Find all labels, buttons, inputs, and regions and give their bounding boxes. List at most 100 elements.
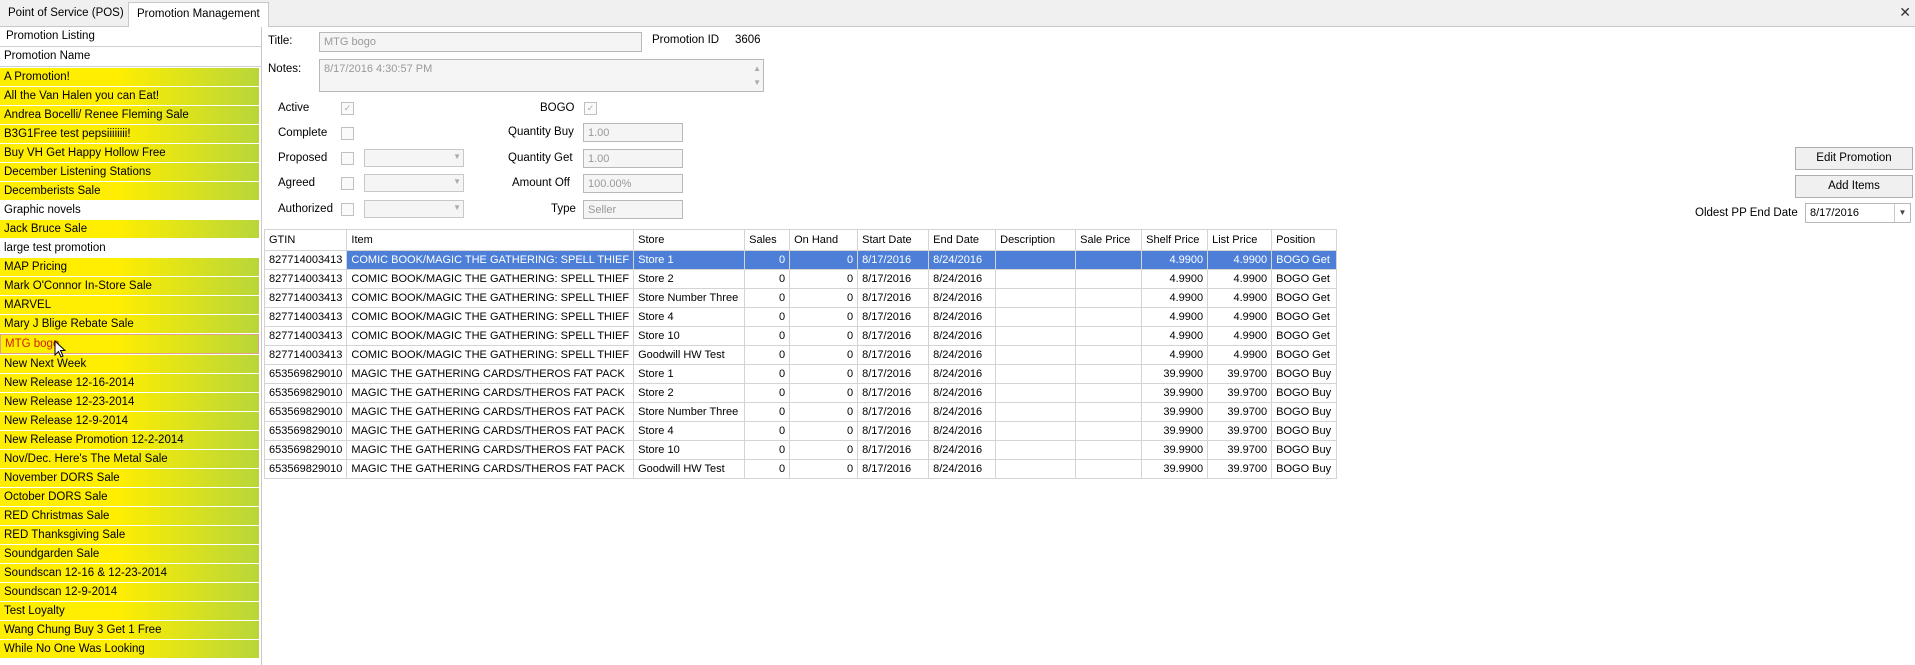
type-label: Type: [551, 203, 576, 215]
grid-column-header[interactable]: List Price: [1207, 229, 1273, 251]
grid-column-header[interactable]: Shelf Price: [1141, 229, 1209, 251]
promotion-list-item[interactable]: Mark O'Connor In-Store Sale: [0, 277, 259, 295]
tab-promotion-management[interactable]: Promotion Management: [128, 2, 269, 27]
promotion-list-item[interactable]: All the Van Halen you can Eat!: [0, 87, 259, 105]
table-cell: 0: [789, 345, 859, 365]
notes-textarea[interactable]: 8/17/2016 4:30:57 PM ▲ ▼: [319, 59, 764, 92]
promotion-list-item[interactable]: Soundscan 12-9-2014: [0, 583, 259, 601]
table-row[interactable]: 653569829010 MAGIC THE GATHERING CARDS/TH…: [263, 402, 1338, 422]
table-cell: 0: [744, 440, 791, 460]
table-row[interactable]: 827714003413 COMIC BOOK/MAGIC THE GATHERI…: [263, 307, 1338, 327]
promotion-list-item[interactable]: Graphic novels: [0, 201, 259, 219]
promotion-list-item[interactable]: Soundgarden Sale: [0, 545, 259, 563]
table-row[interactable]: 653569829010 MAGIC THE GATHERING CARDS/TH…: [263, 459, 1338, 479]
promotion-list-item[interactable]: Soundscan 12-16 & 12-23-2014: [0, 564, 259, 582]
table-row[interactable]: 827714003413 COMIC BOOK/MAGIC THE GATHERI…: [263, 326, 1338, 346]
promotion-list-item[interactable]: New Release 12-16-2014: [0, 374, 259, 392]
title-input[interactable]: MTG bogo: [319, 32, 642, 52]
table-cell: [1075, 364, 1143, 384]
grid-column-header[interactable]: Sale Price: [1075, 229, 1143, 251]
table-cell: 8/24/2016: [928, 345, 997, 365]
table-row[interactable]: 827714003413 COMIC BOOK/MAGIC THE GATHERI…: [263, 250, 1338, 270]
table-cell: 4.9900: [1141, 288, 1209, 308]
add-items-button[interactable]: Add Items: [1795, 175, 1913, 198]
promotion-list-item[interactable]: RED Thanksgiving Sale: [0, 526, 259, 544]
calendar-dropdown-icon[interactable]: ▼: [1894, 204, 1910, 222]
agreed-checkbox[interactable]: [341, 177, 354, 190]
promotion-list-item[interactable]: Decemberists Sale: [0, 182, 259, 200]
grid-column-header[interactable]: End Date: [928, 229, 997, 251]
table-cell: 0: [744, 345, 791, 365]
authorized-checkbox[interactable]: [341, 203, 354, 216]
table-row[interactable]: 653569829010 MAGIC THE GATHERING CARDS/TH…: [263, 383, 1338, 403]
table-cell: BOGO Get: [1271, 269, 1338, 289]
promotion-list-item[interactable]: Buy VH Get Happy Hollow Free: [0, 144, 259, 162]
table-row[interactable]: 827714003413 COMIC BOOK/MAGIC THE GATHERI…: [263, 269, 1338, 289]
quantity-buy-input[interactable]: 1.00: [583, 123, 683, 142]
grid-column-header[interactable]: Sales: [744, 229, 791, 251]
promotion-list-item[interactable]: Jack Bruce Sale: [0, 220, 259, 238]
table-cell: COMIC BOOK/MAGIC THE GATHERING: SPELL TH…: [346, 288, 635, 308]
promotion-list-item[interactable]: December Listening Stations: [0, 163, 259, 181]
grid-column-header[interactable]: Description: [995, 229, 1077, 251]
grid-column-header[interactable]: Start Date: [857, 229, 930, 251]
grid-column-header[interactable]: Item: [346, 229, 635, 251]
table-row[interactable]: 653569829010 MAGIC THE GATHERING CARDS/TH…: [263, 440, 1338, 460]
oldest-pp-end-date-input[interactable]: 8/17/2016 ▼: [1805, 203, 1911, 223]
promotion-list-item[interactable]: Test Loyalty: [0, 602, 259, 620]
table-cell: BOGO Buy: [1271, 383, 1338, 403]
grid-column-header[interactable]: Store: [633, 229, 746, 251]
promotion-list-item[interactable]: large test promotion: [0, 239, 259, 257]
authorized-date-select[interactable]: ▼: [364, 200, 464, 218]
type-input[interactable]: Seller: [583, 200, 683, 219]
quantity-get-input[interactable]: 1.00: [583, 149, 683, 168]
table-cell: 8/24/2016: [928, 250, 997, 270]
table-cell: Store 4: [633, 421, 746, 441]
promotion-list-item[interactable]: New Release 12-23-2014: [0, 393, 259, 411]
promotion-list-item[interactable]: Mary J Blige Rebate Sale: [0, 315, 259, 333]
promotion-list-item[interactable]: MARVEL: [0, 296, 259, 314]
promotion-list-item[interactable]: RED Christmas Sale: [0, 507, 259, 525]
table-cell: 4.9900: [1141, 250, 1209, 270]
grid-column-header[interactable]: On Hand: [789, 229, 859, 251]
promotion-list-item[interactable]: Nov/Dec. Here's The Metal Sale: [0, 450, 259, 468]
tab-pos[interactable]: Point of Service (POS): [0, 2, 132, 25]
edit-promotion-button[interactable]: Edit Promotion: [1795, 147, 1913, 170]
promotion-list-item[interactable]: November DORS Sale: [0, 469, 259, 487]
promotion-list-item[interactable]: Andrea Bocelli/ Renee Fleming Sale: [0, 106, 259, 124]
amount-off-input[interactable]: 100.00%: [583, 174, 683, 193]
table-row[interactable]: 827714003413 COMIC BOOK/MAGIC THE GATHERI…: [263, 288, 1338, 308]
table-cell: 39.9700: [1207, 383, 1273, 403]
table-cell: 653569829010: [263, 421, 348, 441]
table-row[interactable]: 653569829010 MAGIC THE GATHERING CARDS/TH…: [263, 364, 1338, 384]
promotion-list-item[interactable]: New Release 12-9-2014: [0, 412, 259, 430]
promotion-list-item[interactable]: Wang Chung Buy 3 Get 1 Free: [0, 621, 259, 639]
complete-checkbox[interactable]: [341, 127, 354, 140]
active-checkbox[interactable]: ✓: [341, 102, 354, 115]
promotion-name-column-header[interactable]: Promotion Name: [0, 47, 261, 67]
bogo-checkbox[interactable]: ✓: [584, 102, 597, 115]
table-cell: 8/24/2016: [928, 402, 997, 422]
promotion-list-item[interactable]: MAP Pricing: [0, 258, 259, 276]
promotion-list-item[interactable]: While No One Was Looking: [0, 640, 259, 658]
promotion-id-label: Promotion ID: [652, 34, 720, 46]
promotion-list-item[interactable]: A Promotion!: [0, 68, 259, 86]
grid-column-header[interactable]: Position: [1271, 229, 1338, 251]
table-cell: Store 2: [633, 269, 746, 289]
table-row[interactable]: 827714003413 COMIC BOOK/MAGIC THE GATHERI…: [263, 345, 1338, 365]
promotion-list-item[interactable]: New Next Week: [0, 355, 259, 373]
notes-scroll-arrows-icon[interactable]: ▲ ▼: [753, 62, 761, 90]
close-icon[interactable]: ✕: [1899, 4, 1911, 21]
table-cell: [995, 402, 1077, 422]
table-row[interactable]: 653569829010 MAGIC THE GATHERING CARDS/TH…: [263, 421, 1338, 441]
agreed-date-select[interactable]: ▼: [364, 174, 464, 192]
proposed-checkbox[interactable]: [341, 152, 354, 165]
promotion-list-item[interactable]: October DORS Sale: [0, 488, 259, 506]
promotion-list-item[interactable]: MTG bogo: [0, 334, 259, 354]
table-cell: 8/24/2016: [928, 383, 997, 403]
promotion-list-item[interactable]: B3G1Free test pepsiiiiiiii!: [0, 125, 259, 143]
grid-column-header[interactable]: GTIN: [263, 229, 348, 251]
table-cell: 4.9900: [1207, 288, 1273, 308]
proposed-date-select[interactable]: ▼: [364, 149, 464, 167]
promotion-list-item[interactable]: New Release Promotion 12-2-2014: [0, 431, 259, 449]
